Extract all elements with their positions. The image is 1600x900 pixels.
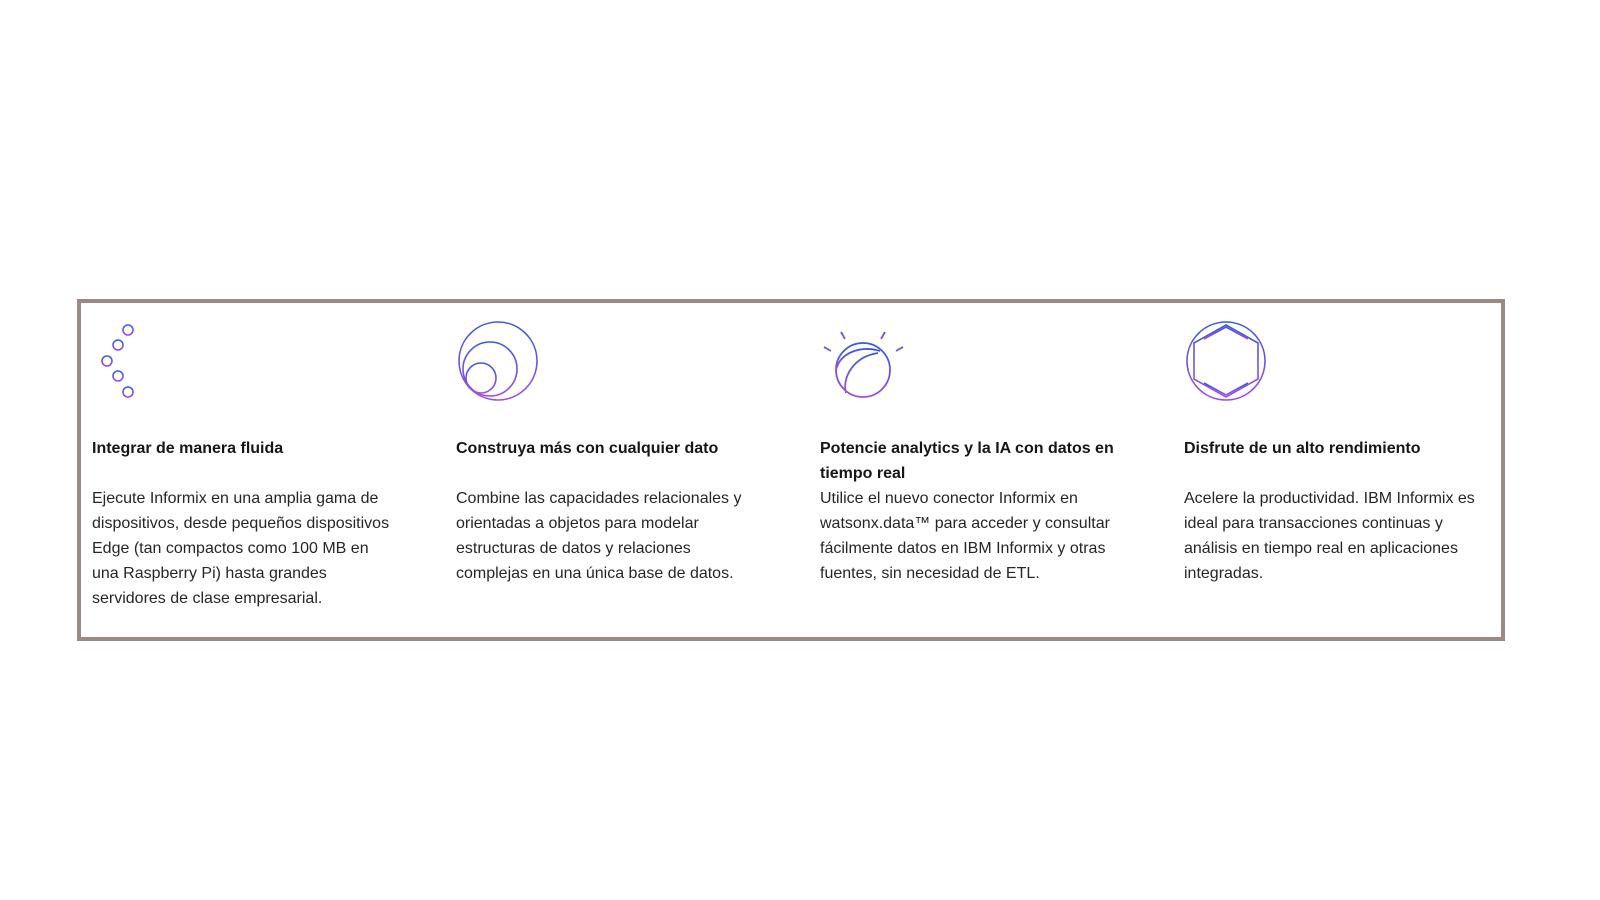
feature-title: Integrar de manera fluida [92,440,284,457]
feature-description: Utilice el nuevo conector Informix en wa… [820,490,1110,582]
feature-description: Combine las capacidades relacionales y o… [456,490,742,582]
feature-description: Acelere la productividad. IBM Informix e… [1184,490,1475,582]
nested-circles-icon [456,315,546,405]
feature-card-performance: Disfrute de un alto rendimiento Acelere … [1184,303,1484,637]
feature-card-build: Construya más con cualquier dato Combine… [456,303,756,637]
feature-title: Potencie analytics y la IA con datos en … [820,440,1114,482]
performance-chart-icon [1184,315,1274,405]
ai-globe-icon [820,315,910,405]
feature-title: Construya más con cualquier dato [456,440,719,457]
feature-panel: Integrar de manera fluida Ejecute Inform… [77,299,1505,641]
feature-card-analytics: Potencie analytics y la IA con datos en … [820,303,1120,637]
integration-list-icon [101,315,192,405]
feature-title: Disfrute de un alto rendimiento [1184,440,1421,457]
feature-description: Ejecute Informix en una amplia gama de d… [92,490,390,607]
feature-card-integrate: Integrar de manera fluida Ejecute Inform… [92,303,392,637]
